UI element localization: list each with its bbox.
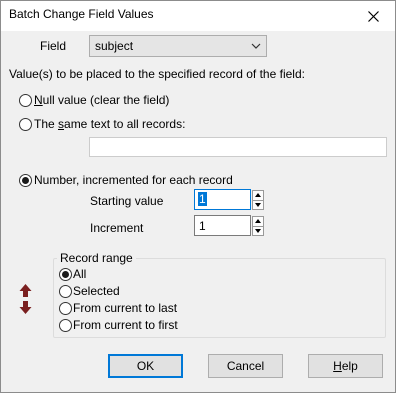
increment-spin-down[interactable] (252, 226, 264, 236)
spin-down-icon (255, 228, 261, 233)
record-range-legend: Record range (57, 251, 136, 265)
range-all-label[interactable]: All (73, 267, 86, 281)
field-select[interactable]: subject (89, 35, 267, 57)
increment-input[interactable]: 1 (194, 215, 251, 236)
starting-value-spin-up[interactable] (252, 190, 264, 201)
ok-button-label: OK (136, 359, 155, 373)
instructions-text: Value(s) to be placed to the specified r… (9, 67, 305, 81)
help-mnemonic: H (333, 359, 342, 373)
same-text-input[interactable] (89, 137, 387, 157)
number-incremented-label[interactable]: Number, incremented for each record (34, 173, 233, 187)
range-selected-radio[interactable] (59, 285, 72, 298)
chevron-down-icon (251, 43, 261, 49)
increment-spinner[interactable] (252, 216, 264, 236)
field-label: Field (40, 39, 67, 53)
field-select-value: subject (95, 39, 134, 53)
number-incremented-radio[interactable] (19, 174, 32, 187)
increment-label: Increment (90, 221, 144, 235)
starting-value-label: Starting value (90, 194, 164, 208)
cancel-button[interactable]: Cancel (208, 354, 283, 378)
same-text-label-before: The (34, 117, 59, 131)
batch-change-dialog: Batch Change Field Values Field subject … (0, 0, 396, 393)
up-down-arrows-icon[interactable] (19, 284, 32, 314)
range-current-to-last-label[interactable]: From current to last (73, 301, 177, 315)
same-text-label-after: ame text to all records: (64, 117, 186, 131)
starting-value-text: 1 (198, 192, 207, 206)
help-button[interactable]: Help (308, 354, 383, 378)
close-button[interactable] (353, 1, 393, 31)
same-text-label[interactable]: The same text to all records: (34, 117, 185, 131)
starting-value-spin-down[interactable] (252, 200, 264, 210)
range-selected-label[interactable]: Selected (73, 284, 120, 298)
spin-down-icon (255, 202, 261, 207)
same-text-radio[interactable] (19, 118, 32, 131)
window-title: Batch Change Field Values (9, 7, 154, 21)
title-bar: Batch Change Field Values (1, 1, 395, 31)
null-value-radio[interactable] (19, 94, 32, 107)
spin-up-icon (255, 219, 261, 224)
null-value-label-rest: ull value (clear the field) (42, 93, 170, 107)
null-value-label[interactable]: Null value (clear the field) (34, 93, 169, 107)
range-current-to-first-radio[interactable] (59, 319, 72, 332)
null-value-mnemonic: N (34, 93, 43, 107)
starting-value-spinner[interactable] (252, 190, 264, 210)
range-all-radio[interactable] (59, 268, 72, 281)
ok-button[interactable]: OK (108, 354, 183, 378)
range-current-to-first-label[interactable]: From current to first (73, 318, 178, 332)
increment-text: 1 (199, 219, 206, 233)
increment-spin-up[interactable] (252, 216, 264, 227)
range-current-to-last-radio[interactable] (59, 302, 72, 315)
help-button-label: Help (333, 359, 358, 373)
starting-value-input[interactable]: 1 (194, 189, 251, 210)
help-button-label-rest: elp (341, 359, 358, 373)
cancel-button-label: Cancel (226, 359, 265, 373)
close-icon (367, 10, 379, 22)
spin-up-icon (255, 193, 261, 198)
